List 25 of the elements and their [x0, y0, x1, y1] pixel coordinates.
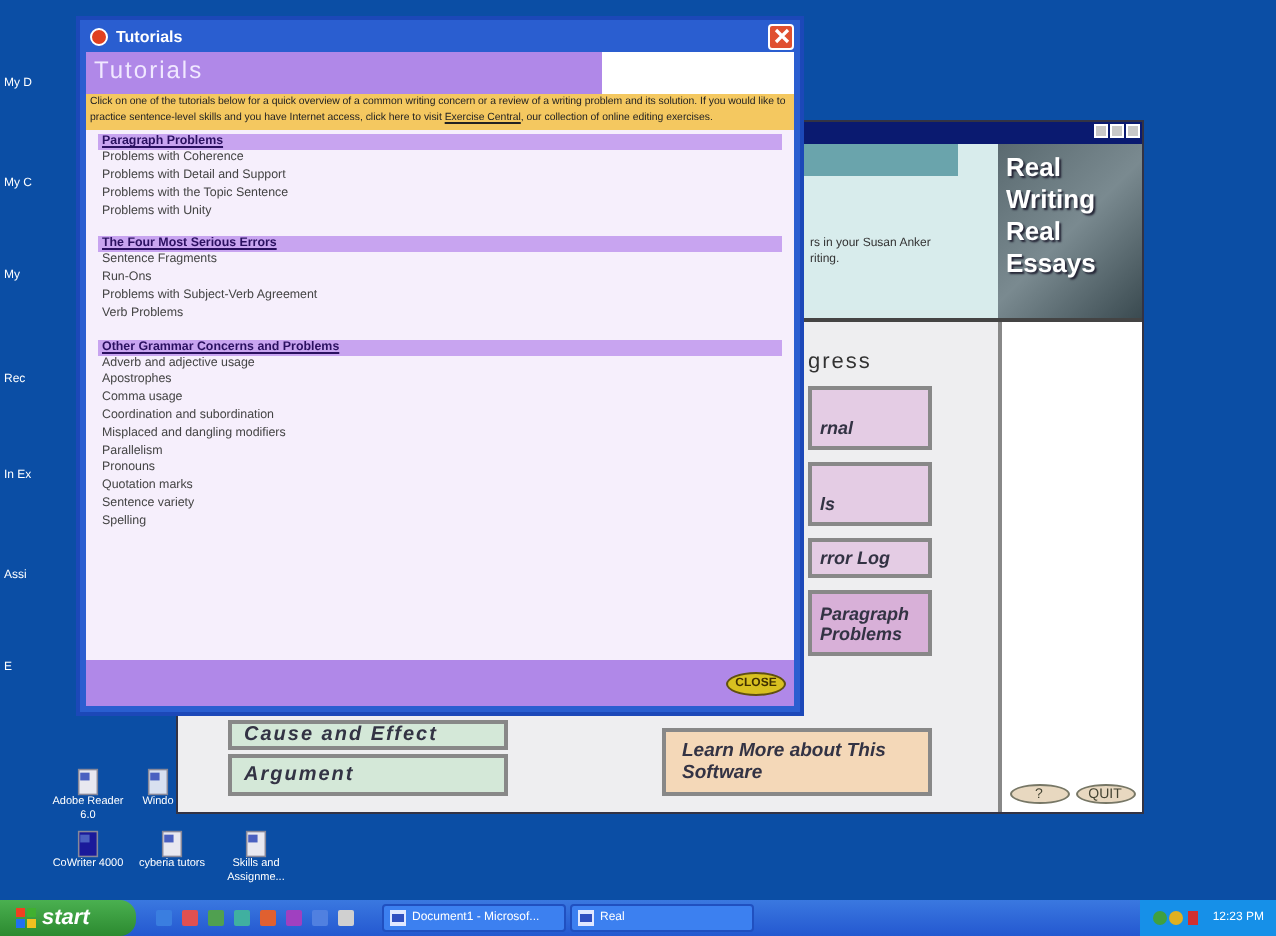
close-button[interactable] — [768, 23, 794, 49]
info-button[interactable]: Learn More about This Software — [662, 728, 932, 796]
menu-button[interactable]: ls — [808, 462, 932, 526]
windows-logo-icon — [16, 908, 36, 928]
window-title: Tutorials — [116, 27, 185, 45]
menu-button[interactable]: Paragraph Problems — [808, 590, 932, 656]
file-icon[interactable] — [74, 830, 102, 858]
close-icon — [773, 28, 789, 44]
file-icon[interactable] — [242, 830, 270, 858]
tray-icons-drawing — [1152, 910, 1201, 926]
file-icon[interactable] — [158, 830, 186, 858]
window-icon — [578, 910, 594, 926]
section-heading: gress — [808, 350, 874, 374]
minimize-button[interactable] — [1094, 124, 1108, 138]
menu-button[interactable]: rror Log — [808, 538, 932, 578]
file-icon[interactable] — [144, 768, 172, 796]
menu-button[interactable]: rnal — [808, 386, 932, 450]
book-logo: Real Writing Real Essays — [998, 144, 1142, 318]
topic-button[interactable]: Cause and Effect — [228, 720, 508, 750]
header-title: Tutorials — [86, 52, 602, 94]
app-icon — [90, 27, 108, 45]
window-icon — [390, 910, 406, 926]
maximize-button[interactable] — [1110, 124, 1124, 138]
topic-button[interactable]: Argument — [228, 754, 508, 796]
file-icon[interactable] — [74, 768, 102, 796]
